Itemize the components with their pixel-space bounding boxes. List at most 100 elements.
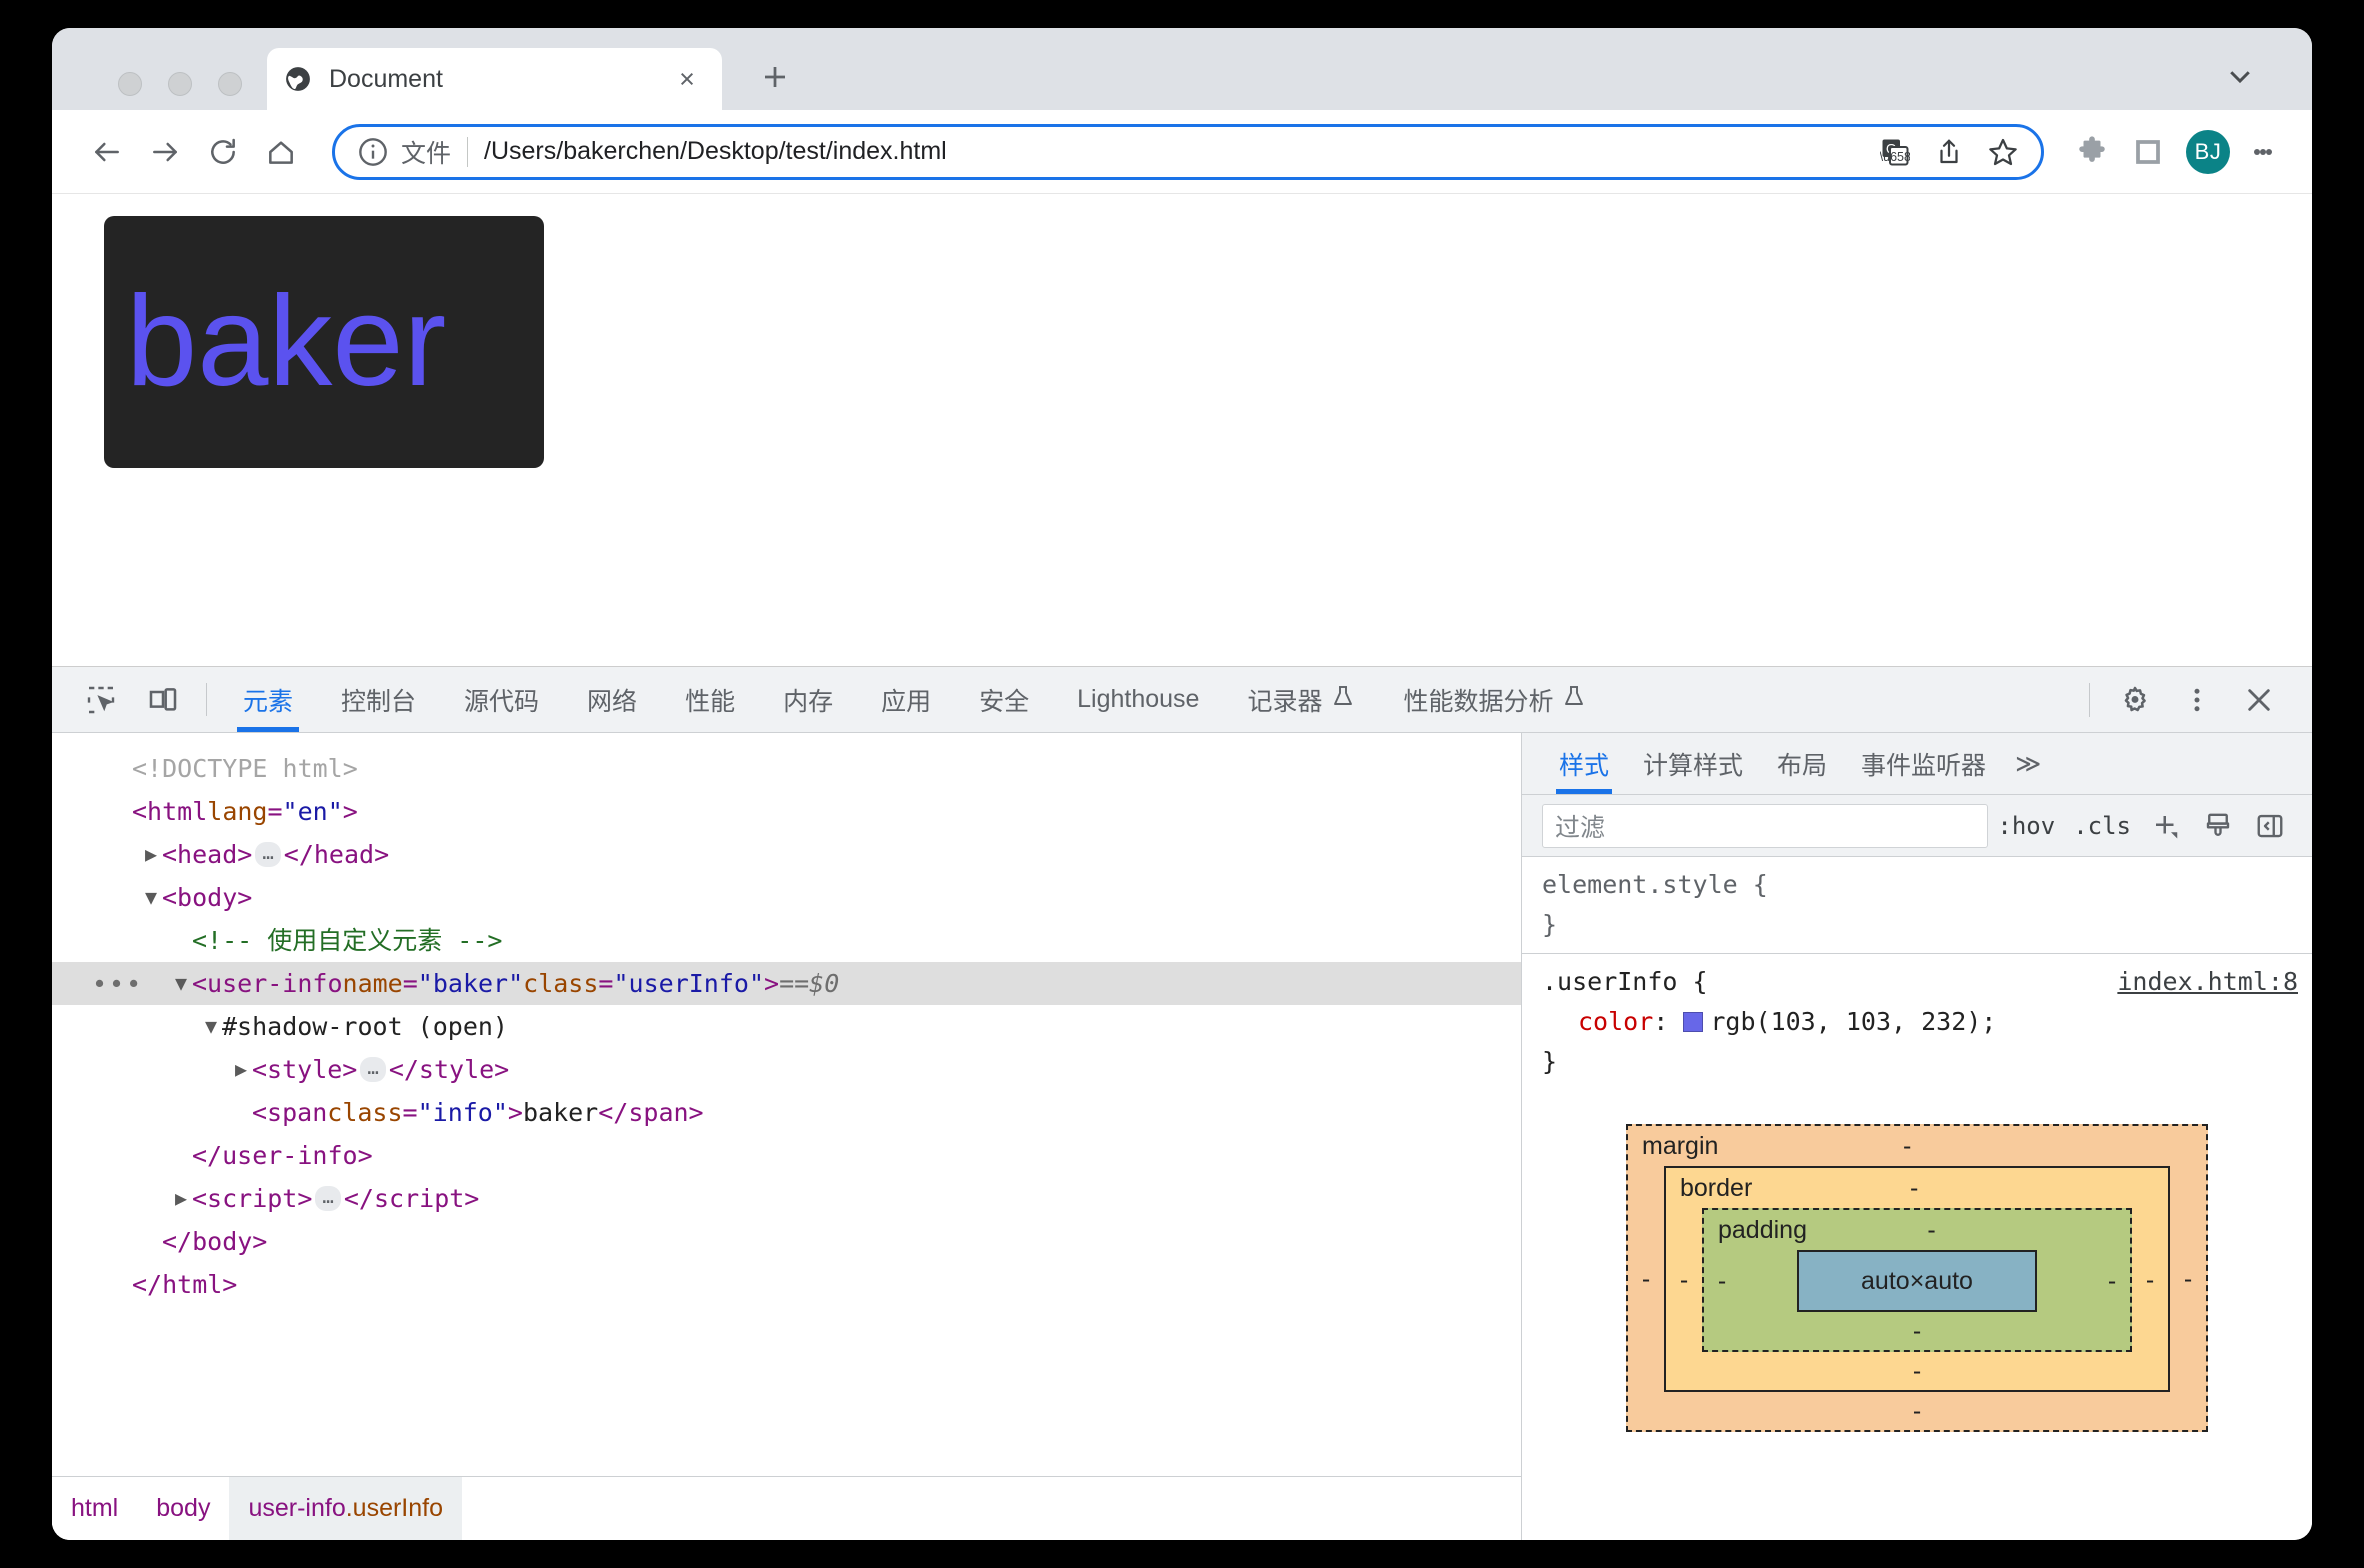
dom-tree-row[interactable]: </user-info>: [52, 1134, 1521, 1177]
dom-tree[interactable]: <!DOCTYPE html> <html lang = "en" > ▶ <head>… <…: [52, 733, 1521, 1476]
chevron-right-icon[interactable]: ▶: [230, 1048, 252, 1091]
new-tab-button[interactable]: [752, 54, 798, 100]
tab-layout[interactable]: 布局: [1760, 733, 1844, 794]
color-swatch[interactable]: [1683, 1012, 1704, 1032]
url-text[interactable]: /Users/bakerchen/Desktop/test/index.html: [484, 137, 1861, 166]
back-button[interactable]: [78, 123, 136, 181]
browser-tab[interactable]: Document ×: [267, 48, 722, 110]
toggle-sidebar-icon[interactable]: [2244, 802, 2296, 850]
close-icon[interactable]: [2228, 669, 2290, 731]
tab-performance[interactable]: 性能: [661, 667, 759, 732]
tab-event-listeners[interactable]: 事件监听器: [1844, 733, 2003, 794]
hov-toggle[interactable]: :hov: [1988, 812, 2064, 840]
tab-recorder[interactable]: 记录器: [1223, 667, 1379, 732]
dom-tree-row[interactable]: <!-- 使用自定义元素 -->: [52, 919, 1521, 962]
margin-top-value[interactable]: -: [1718, 1132, 2096, 1161]
tab-memory[interactable]: 内存: [759, 667, 857, 732]
tab-styles[interactable]: 样式: [1542, 733, 1626, 794]
dom-tree-row[interactable]: ▶ <style>… </style>: [52, 1048, 1521, 1091]
tab-computed[interactable]: 计算样式: [1626, 733, 1760, 794]
dom-tree-row[interactable]: </body>: [52, 1220, 1521, 1263]
dom-tree-row[interactable]: ▶ <head>… </head>: [52, 833, 1521, 876]
reload-button[interactable]: [194, 123, 252, 181]
style-declaration[interactable]: color: rgb(103, 103, 232);: [1542, 1002, 2298, 1042]
close-icon[interactable]: ×: [670, 62, 704, 96]
tab-network[interactable]: 网络: [563, 667, 661, 732]
breadcrumb[interactable]: html body user-info .userInfo: [52, 1476, 1521, 1540]
dom-tree-row[interactable]: <!DOCTYPE html>: [52, 747, 1521, 790]
dom-tree-row[interactable]: <span class = "info" > baker </span>: [52, 1091, 1521, 1134]
margin-left-value[interactable]: -: [1628, 1265, 1664, 1294]
avatar[interactable]: BJ: [2186, 129, 2230, 174]
share-icon[interactable]: [1929, 132, 1969, 172]
style-rules[interactable]: element.style {} .userInfo {index.html:8 c…: [1522, 857, 2312, 1090]
kebab-menu-icon[interactable]: [2166, 669, 2228, 731]
rule-source-link[interactable]: index.html:8: [2117, 962, 2298, 1002]
star-icon[interactable]: [1983, 132, 2023, 172]
minimize-window-button[interactable]: [168, 72, 192, 96]
inspect-element-icon[interactable]: [70, 667, 132, 732]
chevron-right-icon[interactable]: ▶: [170, 1177, 192, 1220]
tab-elements[interactable]: 元素: [219, 667, 317, 732]
dom-tree-row[interactable]: ▶ <script>… </scr ipt>: [52, 1177, 1521, 1220]
expand-ellipsis-icon[interactable]: …: [315, 1186, 341, 1211]
chevron-down-icon[interactable]: ▼: [140, 876, 162, 919]
border-right-value[interactable]: -: [2132, 1266, 2168, 1295]
breadcrumb-item[interactable]: html: [52, 1477, 137, 1540]
breadcrumb-item[interactable]: user-info .userInfo: [229, 1477, 462, 1540]
plus-icon[interactable]: [2140, 802, 2192, 850]
tab-security[interactable]: 安全: [955, 667, 1053, 732]
cls-toggle[interactable]: .cls: [2064, 812, 2140, 840]
translate-icon[interactable]: G \u6587: [1875, 132, 1915, 172]
breadcrumb-item[interactable]: body: [137, 1477, 229, 1540]
kebab-menu-icon[interactable]: [2240, 129, 2286, 175]
rule-selector[interactable]: element.style {: [1542, 865, 2298, 905]
chevron-right-icon[interactable]: ▶: [140, 833, 162, 876]
padding-top-value[interactable]: -: [1807, 1216, 2056, 1245]
expand-ellipsis-icon[interactable]: …: [255, 842, 281, 867]
device-toolbar-icon[interactable]: [132, 667, 194, 732]
margin-right-value[interactable]: -: [2170, 1265, 2206, 1294]
chevron-down-icon[interactable]: ▼: [200, 1005, 222, 1048]
declaration-value[interactable]: rgb(103, 103, 232);: [1710, 1007, 1996, 1036]
dom-tree-row[interactable]: ▼ #shadow-root (open): [52, 1005, 1521, 1048]
address-bar[interactable]: 文件 /Users/bakerchen/Desktop/test/index.h…: [332, 123, 2044, 180]
window-controls[interactable]: [118, 72, 242, 96]
dom-tree-row[interactable]: ••• ▼ <user-info name = "baker" class = "userI…: [52, 962, 1521, 1005]
border-left-value[interactable]: -: [1666, 1266, 1702, 1295]
chevron-down-icon[interactable]: [2218, 54, 2262, 98]
puzzle-icon[interactable]: [2068, 128, 2116, 176]
tab-application[interactable]: 应用: [857, 667, 955, 732]
border-bottom-value[interactable]: -: [1666, 1352, 2168, 1390]
box-model-border[interactable]: border - - padding - - auto×auto - - - -: [1664, 1166, 2170, 1392]
expand-ellipsis-icon[interactable]: …: [360, 1057, 386, 1082]
box-model-margin[interactable]: margin - - border - - padding - - auto×a…: [1626, 1124, 2208, 1432]
box-model-content[interactable]: auto×auto: [1797, 1250, 2037, 1312]
forward-button[interactable]: [136, 123, 194, 181]
paintbrush-icon[interactable]: [2192, 802, 2244, 850]
side-panel-icon[interactable]: [2124, 128, 2172, 176]
style-rule[interactable]: element.style {}: [1522, 857, 2312, 953]
tab-performance-insights[interactable]: 性能数据分析: [1379, 667, 1610, 732]
info-circle-icon[interactable]: [357, 136, 389, 168]
padding-right-value[interactable]: -: [2094, 1267, 2130, 1296]
box-model-padding[interactable]: padding - - auto×auto - -: [1702, 1208, 2132, 1352]
border-top-value[interactable]: -: [1752, 1174, 2076, 1203]
maximize-window-button[interactable]: [218, 72, 242, 96]
dom-tree-row[interactable]: ▼ <body>: [52, 876, 1521, 919]
row-actions-icon[interactable]: •••: [92, 962, 143, 1005]
more-tabs-icon[interactable]: ≫: [2003, 733, 2053, 794]
gear-icon[interactable]: [2104, 669, 2166, 731]
padding-bottom-value[interactable]: -: [1704, 1312, 2130, 1350]
tab-lighthouse[interactable]: Lighthouse: [1053, 667, 1223, 732]
dom-tree-row[interactable]: </html>: [52, 1263, 1521, 1306]
declaration-property[interactable]: color: [1578, 1007, 1653, 1036]
margin-bottom-value[interactable]: -: [1628, 1392, 2206, 1430]
chevron-down-icon[interactable]: ▼: [170, 962, 192, 1005]
home-button[interactable]: [252, 123, 310, 181]
padding-left-value[interactable]: -: [1704, 1267, 1740, 1296]
filter-input[interactable]: 过滤: [1542, 803, 1989, 848]
dom-tree-row[interactable]: <html lang = "en" >: [52, 790, 1521, 833]
tab-console[interactable]: 控制台: [317, 667, 440, 732]
close-window-button[interactable]: [118, 72, 142, 96]
